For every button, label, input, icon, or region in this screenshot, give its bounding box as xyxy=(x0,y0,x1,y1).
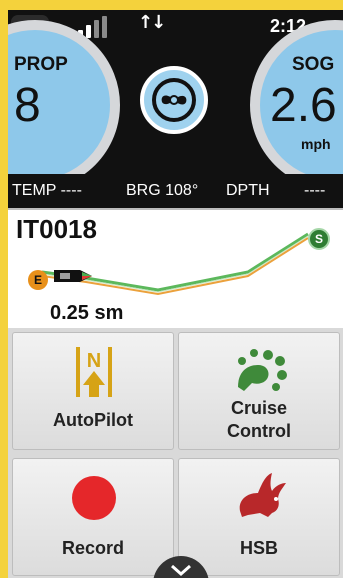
rabbit-icon xyxy=(239,473,286,517)
record-icon xyxy=(72,476,116,520)
sog-value: 2.6 xyxy=(270,79,337,132)
data-transfer-icon: ↑↓ xyxy=(138,12,166,33)
route-card[interactable]: IT0018 E S 0.25 sm xyxy=(8,208,343,328)
route-start-marker: E xyxy=(28,270,48,290)
autopilot-north-icon: N xyxy=(76,347,112,397)
record-label: Record xyxy=(61,538,124,558)
cruise-control-label-line1: Cruise xyxy=(230,398,288,418)
cruise-control-tile[interactable]: Cruise Control xyxy=(178,332,340,450)
control-tiles: N AutoPilot Cruise Control Record HSB xyxy=(8,328,343,578)
sog-unit: mph xyxy=(301,136,331,152)
prop-value: 8 xyxy=(14,79,41,132)
depth-label: DPTH xyxy=(226,182,270,199)
cruise-control-label-line2: Control xyxy=(227,421,291,441)
autopilot-label: AutoPilot xyxy=(53,410,133,430)
hsb-label: HSB xyxy=(239,538,278,558)
hsb-tile[interactable]: HSB xyxy=(178,458,340,576)
info-strip: TEMP ---- BRG 108° DPTH ---- xyxy=(8,174,343,208)
prop-label: PROP xyxy=(14,54,68,75)
depth-value: ---- xyxy=(304,182,326,199)
record-tile[interactable]: Record xyxy=(12,458,174,576)
cruise-control-icon xyxy=(238,349,287,391)
propeller-icon xyxy=(152,78,196,122)
route-distance: 0.25 sm xyxy=(50,302,124,324)
propeller-button[interactable] xyxy=(140,66,208,134)
svg-text:N: N xyxy=(87,350,101,372)
bearing-readout: BRG 108° xyxy=(126,182,199,199)
route-end-marker: S xyxy=(308,228,330,250)
chevron-down-icon xyxy=(171,564,191,577)
gauge-header: PROP 8 SOG 2.6 mph xyxy=(8,20,343,190)
autopilot-tile[interactable]: N AutoPilot xyxy=(12,332,174,450)
temp-readout: TEMP ---- xyxy=(12,182,82,199)
app-screen: 1a ↑↓ 2:12 PM PROP 8 SOG 2.6 mph TEMP -- xyxy=(8,10,343,578)
sog-label: SOG xyxy=(292,54,335,75)
